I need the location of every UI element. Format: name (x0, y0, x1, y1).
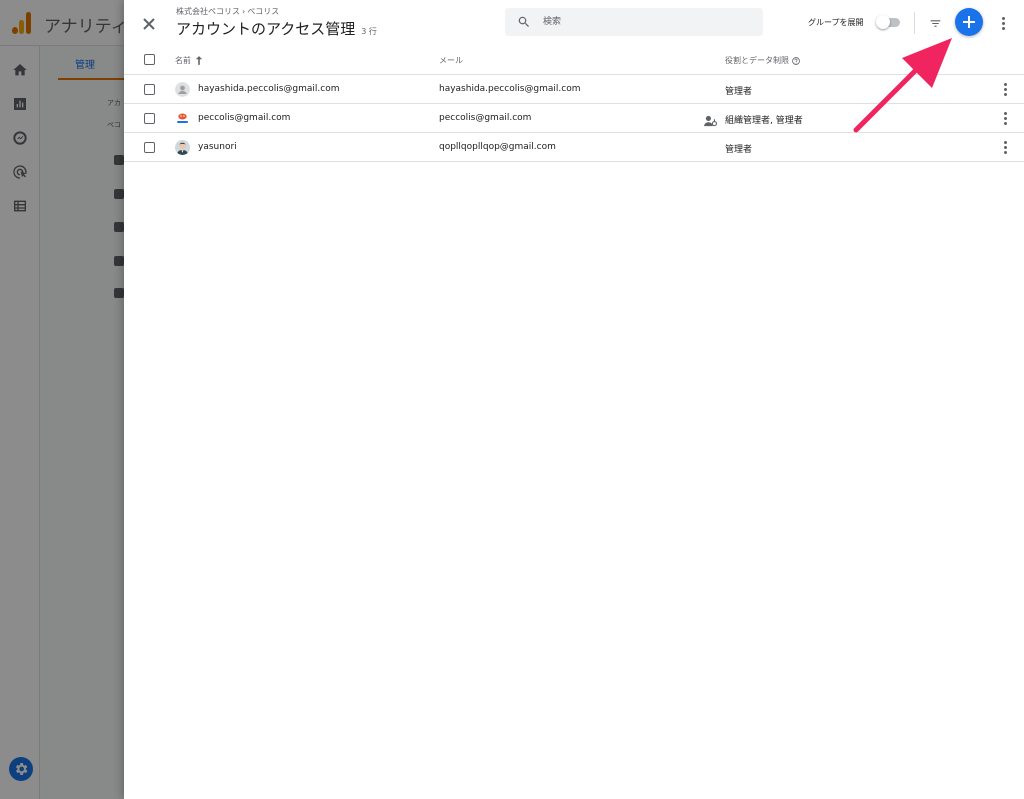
search-icon (518, 16, 529, 27)
column-header-name-label: 名前 (175, 56, 191, 65)
column-header-email[interactable]: メール (439, 55, 463, 66)
row-more-button[interactable] (999, 110, 1011, 126)
user-email: hayashida.peccolis@gmail.com (439, 84, 581, 94)
breadcrumb: 株式会社ペコリス › ペコリス (176, 6, 279, 17)
add-icon (963, 16, 975, 28)
select-all-checkbox[interactable] (144, 54, 155, 65)
breadcrumb-account: ペコリス (247, 7, 280, 16)
default-person-icon (175, 82, 190, 97)
user-name: hayashida.peccolis@gmail.com (198, 84, 340, 94)
user-email: peccolis@gmail.com (439, 113, 532, 123)
breadcrumb-separator: › (242, 7, 246, 16)
more-vert-icon (1003, 111, 1007, 125)
more-options-button[interactable] (996, 13, 1010, 33)
title-row: アカウントのアクセス管理 3 行 (176, 18, 377, 39)
user-email: qopllqopllqop@gmail.com (439, 142, 556, 152)
close-button[interactable] (138, 13, 160, 35)
expand-groups-toggle[interactable] (876, 15, 902, 29)
toolbar-divider (914, 12, 915, 34)
breadcrumb-org: 株式会社ペコリス (176, 7, 240, 16)
expand-groups-label: グループを展開 (808, 18, 864, 27)
row-checkbox[interactable] (144, 142, 155, 153)
more-vert-icon (1003, 140, 1007, 154)
avatar (175, 82, 190, 97)
person-group-icon (704, 112, 718, 127)
column-header-role[interactable]: 役割とデータ制限 (725, 55, 800, 66)
add-user-button[interactable] (955, 8, 983, 36)
user-role: 管理者 (725, 87, 753, 97)
column-header-role-label: 役割とデータ制限 (725, 56, 789, 65)
row-more-button[interactable] (999, 81, 1011, 97)
column-header-email-label: メール (439, 56, 463, 65)
toggle-knob (876, 15, 890, 29)
row-count: 3 行 (361, 27, 377, 36)
page-title: アカウントのアクセス管理 (176, 20, 356, 38)
close-icon (143, 18, 155, 30)
arrow-up-icon (195, 56, 203, 65)
user-name: peccolis@gmail.com (198, 113, 291, 123)
row-checkbox[interactable] (144, 113, 155, 124)
help-icon[interactable] (792, 56, 800, 65)
search-input[interactable] (543, 14, 753, 30)
avatar (175, 111, 190, 126)
filter-icon (930, 19, 940, 27)
row-checkbox[interactable] (144, 84, 155, 95)
more-vert-icon (1003, 82, 1007, 96)
search-box[interactable] (505, 8, 763, 36)
peccolis-logo-icon (175, 111, 190, 126)
avatar (175, 140, 190, 155)
user-photo-icon (175, 140, 190, 155)
annotation-arrow-icon (853, 38, 952, 133)
filter-button[interactable] (924, 12, 946, 34)
user-role: 管理者 (725, 145, 753, 155)
column-header-name[interactable]: 名前 (175, 55, 203, 66)
user-role: 組織管理者, 管理者 (725, 116, 803, 126)
more-vert-icon (1001, 16, 1005, 30)
row-more-button[interactable] (999, 139, 1011, 155)
user-name: yasunori (198, 142, 237, 152)
